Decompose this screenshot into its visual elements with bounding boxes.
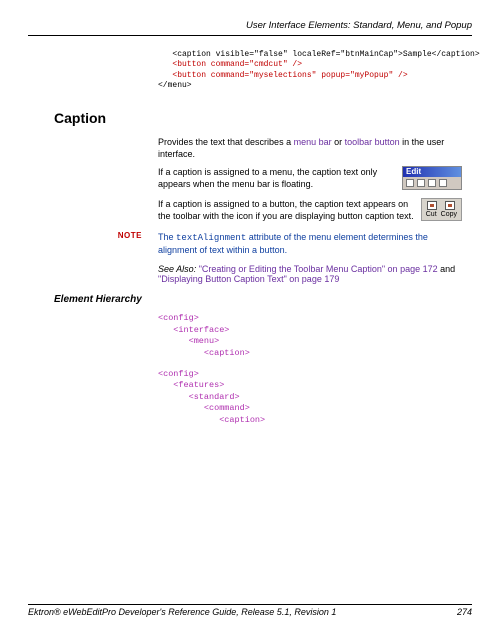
copy-icon <box>445 201 455 210</box>
footer-left: Ektron® eWebEditPro Developer's Referenc… <box>28 607 336 617</box>
note-code: textAlignment <box>176 233 246 243</box>
note-pre: The <box>158 232 176 242</box>
code-line-4: </menu> <box>158 81 192 90</box>
link-menu-bar[interactable]: menu bar <box>294 137 332 147</box>
cut-icon <box>427 201 437 210</box>
note-label: NOTE <box>28 231 158 256</box>
tb-label-copy: Copy <box>441 211 457 218</box>
sub-heading-element-hierarchy: Element Hierarchy <box>54 294 472 305</box>
toolbar-button-image: Cut Copy <box>421 198 462 221</box>
floating-menu-image: Edit <box>402 166 462 190</box>
page-footer: Ektron® eWebEditPro Developer's Referenc… <box>28 600 472 617</box>
footer-rule <box>28 604 472 605</box>
para1-mid: or <box>332 137 345 147</box>
code-line-1: <caption visible="false" localeRef="btnM… <box>158 50 480 59</box>
paragraph-2-wrap: Edit If a caption is assigned to a menu,… <box>158 166 462 192</box>
menu-image-icon <box>439 179 447 187</box>
see-also-ref-2[interactable]: "Displaying Button Caption Text" on page… <box>158 274 339 284</box>
menu-image-icon <box>406 179 414 187</box>
see-also: See Also: "Creating or Editing the Toolb… <box>158 264 472 284</box>
para1-pre: Provides the text that describes a <box>158 137 294 147</box>
tb-label-cut: Cut <box>426 211 437 218</box>
menu-image-icon <box>417 179 425 187</box>
hierarchy-block-2: <config> <features> <standard> <command>… <box>158 369 472 426</box>
note-body: The textAlignment attribute of the menu … <box>158 231 462 256</box>
menu-image-icon <box>428 179 436 187</box>
code-sample-top: <caption visible="false" localeRef="btnM… <box>158 50 472 92</box>
paragraph-1: Provides the text that describes a menu … <box>158 136 462 160</box>
page-number: 274 <box>457 607 472 617</box>
paragraph-2: If a caption is assigned to a menu, the … <box>158 167 377 189</box>
code-line-2: <button command="cmdcut" /> <box>158 60 302 69</box>
section-heading-caption: Caption <box>54 110 472 126</box>
header-rule <box>28 35 472 36</box>
link-toolbar-button[interactable]: toolbar button <box>345 137 400 147</box>
paragraph-3-wrap: Cut Copy If a caption is assigned to a b… <box>158 198 462 223</box>
see-also-label: See Also: <box>158 264 196 274</box>
hierarchy-block-1: <config> <interface> <menu> <caption> <box>158 313 472 359</box>
note-block: NOTE The textAlignment attribute of the … <box>28 231 472 256</box>
paragraph-3: If a caption is assigned to a button, th… <box>158 199 414 221</box>
see-also-mid: and <box>438 264 456 274</box>
code-line-3: <button command="myselections" popup="my… <box>158 71 408 80</box>
menu-image-label: Edit <box>403 167 461 177</box>
see-also-ref-1[interactable]: "Creating or Editing the Toolbar Menu Ca… <box>199 264 438 274</box>
page-header-title: User Interface Elements: Standard, Menu,… <box>28 20 472 31</box>
